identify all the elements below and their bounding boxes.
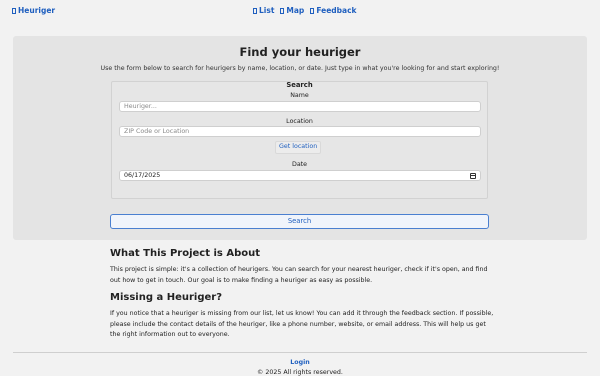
name-label: Name	[290, 92, 309, 99]
calendar-icon[interactable]	[470, 172, 476, 179]
search-button[interactable]: Search	[110, 214, 489, 229]
feedback-icon	[310, 7, 315, 14]
about-section: What This Project is About This project …	[110, 248, 495, 286]
search-panel: Find your heuriger Use the form below to…	[13, 36, 587, 240]
date-value: 06/17/2025	[124, 172, 161, 179]
missing-heading: Missing a Heuriger?	[110, 292, 223, 303]
location-label: Location	[286, 118, 313, 125]
date-label: Date	[291, 161, 308, 168]
nav-link-list[interactable]: List	[253, 6, 274, 15]
nav-link-feedback-label: Feedback	[316, 6, 357, 15]
location-input[interactable]: ZIP Code or Location	[119, 126, 481, 137]
footer-divider	[13, 352, 587, 353]
search-legend: Search	[286, 81, 313, 89]
brand-icon	[12, 7, 16, 14]
about-heading: What This Project is About	[110, 248, 261, 259]
login-link[interactable]: Login	[0, 359, 600, 366]
brand-link[interactable]: Heuriger	[12, 6, 55, 15]
map-icon	[280, 7, 285, 14]
page-subtitle: Use the form below to search for heurige…	[100, 65, 500, 72]
date-input[interactable]: 06/17/2025	[119, 170, 481, 181]
about-text: This project is simple: it's a collectio…	[110, 266, 488, 284]
search-fieldset: Search Name Heuriger... Location ZIP Cod…	[111, 81, 488, 199]
name-input[interactable]: Heuriger...	[119, 101, 481, 112]
get-location-button[interactable]: Get location	[275, 141, 322, 154]
nav-link-map-label: Map	[286, 6, 305, 15]
nav-link-feedback[interactable]: Feedback	[310, 6, 357, 15]
missing-section: Missing a Heuriger? If you notice that a…	[110, 292, 495, 341]
nav-links: List Map Feedback	[253, 6, 357, 15]
nav-link-list-label: List	[259, 6, 275, 15]
list-icon	[253, 7, 257, 14]
nav-link-map[interactable]: Map	[280, 6, 304, 15]
page-title: Find your heuriger	[239, 45, 361, 59]
top-nav: Heuriger List Map Feedback	[0, 6, 600, 18]
missing-text: If you notice that a heuriger is missing…	[110, 310, 494, 338]
brand-label: Heuriger	[18, 6, 56, 15]
